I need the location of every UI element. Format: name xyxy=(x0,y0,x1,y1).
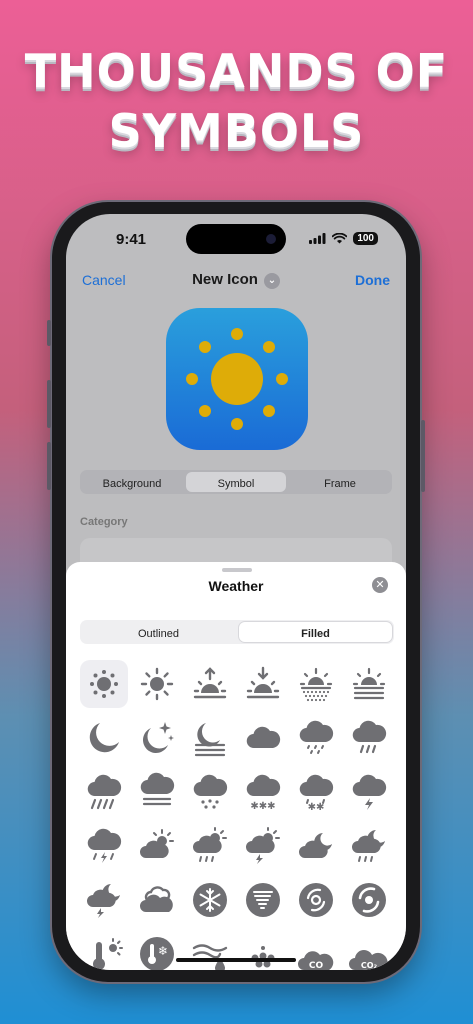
chevron-down-icon[interactable]: ⌄ xyxy=(263,273,280,289)
status-bar: 9:41 100 xyxy=(66,214,406,264)
cloud-moon-icon[interactable] xyxy=(292,822,340,870)
headline-line-1: THOUSANDS OF xyxy=(24,44,449,98)
tab-filled[interactable]: Filled xyxy=(239,622,392,642)
editor-tabs: Background Symbol Frame xyxy=(80,470,392,494)
cloud-rain-icon[interactable] xyxy=(345,714,393,762)
cloud-bolt-rain-icon[interactable] xyxy=(80,822,128,870)
tab-background[interactable]: Background xyxy=(82,472,182,492)
tab-frame[interactable]: Frame xyxy=(290,472,390,492)
sun-max-icon xyxy=(186,328,288,430)
sun-min-icon[interactable] xyxy=(80,660,128,708)
tropical-storm-circle-icon[interactable] xyxy=(292,876,340,924)
cloud-bolt-icon[interactable] xyxy=(345,768,393,816)
hurricane-circle-icon[interactable] xyxy=(345,876,393,924)
sheet-grabber[interactable] xyxy=(222,568,252,572)
symbol-sheet: Weather ✕ Outlined Filled ✱✱✱ ✱✱ ❄ CO CO… xyxy=(66,562,406,970)
silent-switch xyxy=(47,320,51,346)
sun-max-icon[interactable] xyxy=(133,660,181,708)
co-cloud-icon[interactable]: CO xyxy=(292,930,340,970)
cloud-moon-bolt-icon[interactable] xyxy=(80,876,128,924)
phone-frame: 9:41 100 Cancel New Icon ⌄ Done Backgrou… xyxy=(47,202,425,982)
cloud-sun-icon[interactable] xyxy=(133,822,181,870)
cloud-sun-bolt-icon[interactable] xyxy=(239,822,287,870)
done-button[interactable]: Done xyxy=(355,272,390,288)
moon-haze-icon[interactable] xyxy=(186,714,234,762)
cloud-hail-icon[interactable] xyxy=(186,768,234,816)
aqi-icon[interactable] xyxy=(239,930,287,970)
svg-text:❄: ❄ xyxy=(158,944,168,958)
cloud-icon[interactable] xyxy=(239,714,287,762)
svg-text:✱✱✱: ✱✱✱ xyxy=(250,801,275,812)
volume-up-button xyxy=(47,380,51,428)
svg-text:CO: CO xyxy=(309,961,324,970)
home-indicator[interactable] xyxy=(176,958,296,962)
power-button xyxy=(421,420,425,492)
sunrise-icon[interactable] xyxy=(186,660,234,708)
close-icon[interactable]: ✕ xyxy=(372,577,388,593)
svg-text:✱✱: ✱✱ xyxy=(308,802,325,812)
sheet-title: Weather xyxy=(208,578,264,594)
headline-line-2: SYMBOLS xyxy=(108,104,365,158)
wind-drop-icon[interactable] xyxy=(186,930,234,970)
cloud-heavyrain-icon[interactable] xyxy=(80,768,128,816)
wifi-icon xyxy=(332,233,348,244)
thermometer-sun-icon[interactable] xyxy=(80,930,128,970)
dynamic-island xyxy=(186,224,286,254)
sun-horizon-icon[interactable] xyxy=(345,660,393,708)
battery-icon: 100 xyxy=(353,232,378,245)
snowflake-circle-icon[interactable] xyxy=(186,876,234,924)
svg-text:CO₂: CO₂ xyxy=(361,961,378,970)
sunset-icon[interactable] xyxy=(239,660,287,708)
phone-screen: 9:41 100 Cancel New Icon ⌄ Done Backgrou… xyxy=(66,214,406,970)
volume-down-button xyxy=(47,442,51,490)
category-label: Category xyxy=(80,516,128,528)
cloud-drizzle-icon[interactable] xyxy=(292,714,340,762)
cloud-sleet-icon[interactable]: ✱✱ xyxy=(292,768,340,816)
signal-icon xyxy=(309,233,326,244)
tab-symbol[interactable]: Symbol xyxy=(186,472,286,492)
cloud-fog-icon[interactable] xyxy=(133,768,181,816)
status-time: 9:41 xyxy=(116,231,147,248)
moon-stars-icon[interactable] xyxy=(133,714,181,762)
symbol-grid: ✱✱✱ ✱✱ ❄ CO CO₂ xyxy=(80,660,394,970)
app-icon-preview xyxy=(166,308,308,450)
thermometer-snowflake-icon[interactable]: ❄ xyxy=(133,930,181,970)
nav-title-text: New Icon xyxy=(192,271,258,288)
co2-cloud-icon[interactable]: CO₂ xyxy=(345,930,393,970)
cloud-sun-rain-icon[interactable] xyxy=(186,822,234,870)
nav-bar: Cancel New Icon ⌄ Done xyxy=(66,266,406,296)
smoke-icon[interactable] xyxy=(133,876,181,924)
tab-outlined[interactable]: Outlined xyxy=(82,622,235,642)
cloud-moon-rain-icon[interactable] xyxy=(345,822,393,870)
style-tabs: Outlined Filled xyxy=(80,620,394,644)
status-icons: 100 xyxy=(309,232,378,245)
sun-haze-icon[interactable] xyxy=(292,660,340,708)
moon-icon[interactable] xyxy=(80,714,128,762)
cloud-snow-icon[interactable]: ✱✱✱ xyxy=(239,768,287,816)
tornado-circle-icon[interactable] xyxy=(239,876,287,924)
camera-dot xyxy=(266,234,276,244)
